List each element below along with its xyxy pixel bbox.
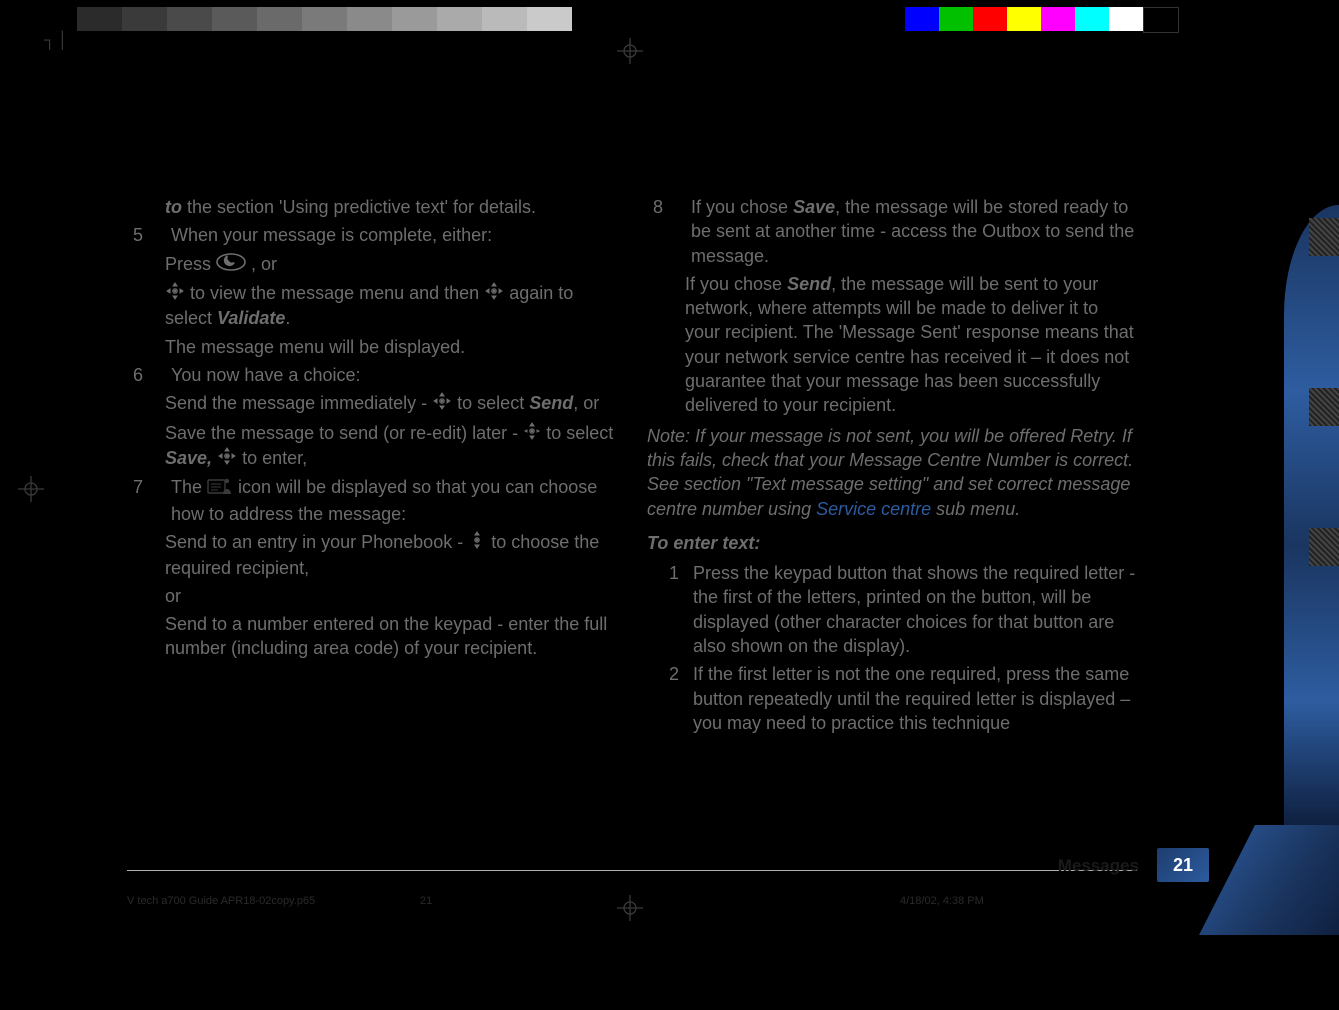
nav-key-icon bbox=[217, 447, 237, 471]
step-number: 5 bbox=[127, 223, 171, 247]
text: If you chose bbox=[691, 197, 793, 217]
text: to enter, bbox=[242, 448, 307, 468]
nav-key-icon bbox=[484, 282, 504, 306]
text: Send to an entry in your Phonebook - bbox=[165, 532, 468, 552]
registration-mark-icon bbox=[18, 476, 44, 502]
footer-rule bbox=[127, 870, 1137, 871]
step-text: If the first letter is not the one requi… bbox=[693, 662, 1137, 735]
decorative-side-graphic bbox=[1284, 205, 1339, 825]
left-column: to the section 'Using predictive text' f… bbox=[127, 195, 617, 739]
emphasis: Save bbox=[793, 197, 835, 217]
body-text: to the section 'Using predictive text' f… bbox=[127, 195, 1137, 739]
footer-sheet: 21 bbox=[420, 895, 432, 907]
nav-key-icon bbox=[165, 282, 185, 306]
footer-filename: V tech a700 Guide APR18-02copy.p65 bbox=[127, 895, 315, 907]
step-text: When your message is complete, either: bbox=[171, 223, 617, 247]
subheading: To enter text: bbox=[647, 531, 1137, 555]
text: . bbox=[285, 308, 290, 328]
text: Press bbox=[165, 254, 216, 274]
emphasis: Save, bbox=[165, 448, 217, 468]
text: The message menu will be displayed. bbox=[133, 335, 617, 359]
step-text: Press the keypad button that shows the r… bbox=[693, 561, 1137, 658]
text: or bbox=[165, 584, 617, 608]
text: to select bbox=[457, 393, 529, 413]
text: If you chose bbox=[685, 274, 787, 294]
right-column: 8 If you chose Save , the message will be… bbox=[647, 195, 1137, 739]
greyscale-bar bbox=[77, 7, 572, 31]
nav-key-icon bbox=[432, 392, 452, 416]
address-icon bbox=[207, 476, 233, 502]
page-number-badge: 21 bbox=[1157, 848, 1209, 882]
call-key-icon bbox=[216, 253, 246, 277]
decorative-texture bbox=[1309, 388, 1339, 426]
registration-mark-icon bbox=[617, 38, 643, 64]
text: to view the message menu and then bbox=[190, 283, 484, 303]
page: ┐ │ to the section 'Using predictive tex… bbox=[0, 0, 1339, 1010]
decorative-texture bbox=[1309, 528, 1339, 566]
section-label: Messages bbox=[1058, 856, 1139, 876]
emphasis: Validate bbox=[217, 308, 285, 328]
step-number: 6 bbox=[127, 363, 171, 387]
color-bar bbox=[905, 7, 1179, 31]
text: Send the message immediately - bbox=[165, 393, 432, 413]
text: the section 'Using predictive text' for … bbox=[182, 197, 536, 217]
step-number: 7 bbox=[127, 475, 171, 526]
emphasis: to bbox=[165, 197, 182, 217]
link-text: Service centre bbox=[816, 499, 931, 519]
text: icon will be displayed so that you can c… bbox=[171, 477, 597, 523]
footer-timestamp: 4/18/02, 4:38 PM bbox=[900, 895, 984, 907]
crop-mark-icon: ┐ bbox=[44, 32, 58, 46]
emphasis: Send bbox=[529, 393, 573, 413]
note-block: Note: If your message is not sent, you w… bbox=[647, 424, 1137, 521]
text: Send to a number entered on the keypad -… bbox=[165, 612, 617, 661]
text: to select bbox=[546, 423, 613, 443]
nav-up-down-icon bbox=[468, 531, 486, 555]
text: , the message will be sent to your netwo… bbox=[685, 274, 1134, 415]
note-text: sub menu. bbox=[931, 499, 1020, 519]
decorative-corner-graphic bbox=[1199, 825, 1339, 935]
text: Save the message to send (or re-edit) la… bbox=[165, 423, 523, 443]
decorative-texture bbox=[1309, 218, 1339, 256]
crop-mark-icon: │ bbox=[58, 32, 72, 46]
step-number: 8 bbox=[647, 195, 691, 268]
emphasis: Send bbox=[787, 274, 831, 294]
text: , or bbox=[251, 254, 277, 274]
text: The bbox=[171, 477, 207, 497]
nav-up-down-icon bbox=[523, 422, 541, 446]
registration-mark-icon bbox=[617, 895, 643, 921]
step-number: 1 bbox=[669, 561, 693, 658]
step-number: 2 bbox=[669, 662, 693, 735]
text: , or bbox=[573, 393, 599, 413]
step-text: You now have a choice: bbox=[171, 363, 617, 387]
